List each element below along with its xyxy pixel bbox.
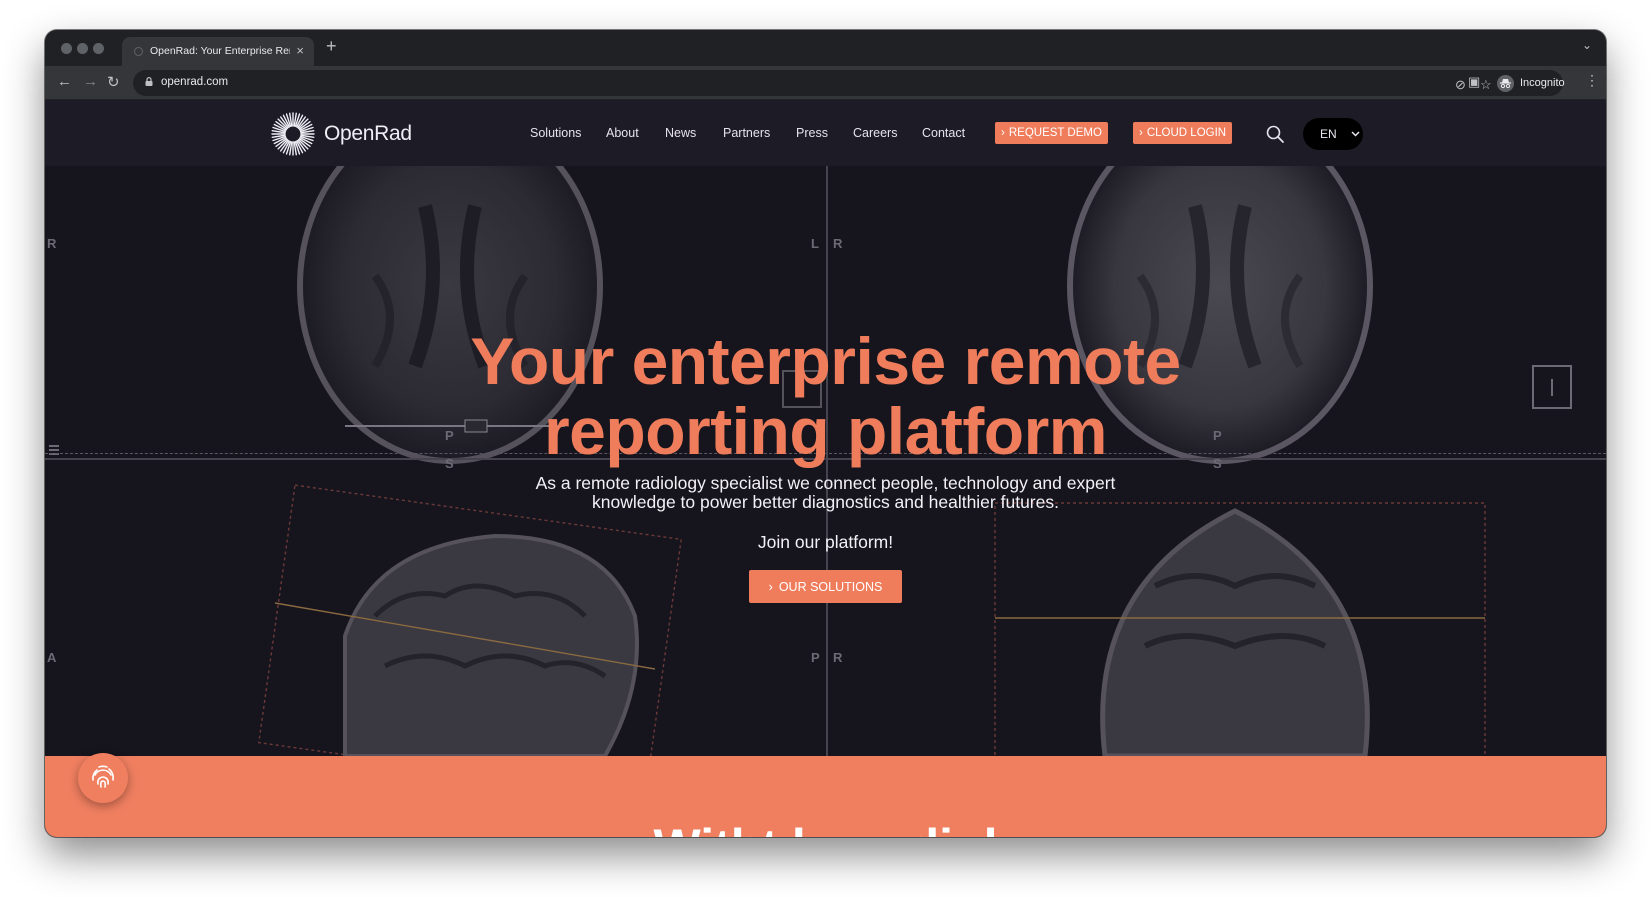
browser-window: OpenRad: Your Enterprise Rem × + ⌄ ← → ↻…	[45, 30, 1606, 837]
side-panel-icon[interactable]: ▣	[1468, 74, 1480, 90]
browser-menu-icon[interactable]: ⋮	[1585, 72, 1599, 89]
address-bar[interactable]: openrad.com ⊘ ☆	[133, 70, 1563, 96]
hero-join-text: Join our platform!	[757, 532, 894, 552]
tab-search-chevron-icon[interactable]: ⌄	[1582, 38, 1592, 52]
nav-careers[interactable]: Careers	[853, 126, 897, 140]
scan-label: P	[811, 650, 820, 665]
eye-off-icon[interactable]: ⊘	[1455, 77, 1466, 93]
favicon-icon	[134, 47, 143, 56]
bookmark-star-icon[interactable]: ☆	[1480, 77, 1492, 93]
nav-contact[interactable]: Contact	[922, 126, 965, 140]
sunburst-logo-icon	[271, 112, 315, 156]
hero-subtitle: As a remote radiology specialist we conn…	[45, 474, 1606, 512]
search-icon[interactable]	[1265, 124, 1285, 144]
next-section-band: Witht ke radiol	[45, 756, 1606, 837]
forward-icon[interactable]: →	[83, 73, 98, 90]
nav-solutions[interactable]: Solutions	[530, 126, 581, 140]
chevron-right-icon: ›	[768, 579, 773, 594]
logo-text: OpenRad	[324, 122, 412, 145]
cloud-login-label: CLOUD LOGIN	[1146, 127, 1227, 139]
nav-about[interactable]: About	[606, 126, 639, 140]
hero-subtitle-line1: As a remote radiology specialist we conn…	[535, 473, 1116, 493]
browser-tab[interactable]: OpenRad: Your Enterprise Rem ×	[122, 37, 314, 66]
close-tab-icon[interactable]: ×	[296, 43, 304, 58]
our-solutions-button[interactable]: › OUR SOLUTIONS	[749, 570, 902, 603]
scan-label: L	[811, 236, 819, 251]
incognito-indicator[interactable]: Incognito	[1497, 70, 1565, 96]
cloud-login-button[interactable]: › CLOUD LOGIN	[1133, 122, 1233, 144]
lock-icon	[145, 77, 153, 86]
scan-label: R	[833, 236, 843, 251]
language-selector[interactable]: EN	[1303, 118, 1363, 150]
hero-section: R L R P S P S A P R Your enterprise remo…	[45, 166, 1606, 756]
hero-title: Your enterprise remote reporting platfor…	[45, 326, 1606, 466]
scan-label: R	[833, 650, 843, 665]
minimize-window-dot[interactable]	[77, 43, 88, 54]
browser-toolbar: ← → ↻ openrad.com ⊘ ☆ ▣ Incognito ⋮	[45, 66, 1606, 100]
url-text: openrad.com	[161, 76, 229, 88]
hero-subtitle-line2: knowledge to power better diagnostics an…	[592, 492, 1059, 512]
site-header: OpenRad Solutions About News Partners Pr…	[45, 100, 1606, 166]
new-tab-icon[interactable]: +	[326, 36, 337, 57]
chevron-down-icon	[1351, 131, 1360, 137]
band-heading: Witht ke radiol	[45, 818, 1606, 837]
tab-title: OpenRad: Your Enterprise Rem	[150, 45, 290, 57]
nav-news[interactable]: News	[665, 126, 696, 140]
close-window-dot[interactable]	[61, 43, 72, 54]
back-icon[interactable]: ←	[57, 73, 72, 90]
our-solutions-label: OUR SOLUTIONS	[778, 579, 883, 594]
fingerprint-icon	[92, 765, 114, 788]
cookie-consent-button[interactable]	[78, 753, 128, 803]
page-viewport: OpenRad Solutions About News Partners Pr…	[45, 100, 1606, 837]
request-demo-label: REQUEST DEMO	[1008, 127, 1102, 139]
scan-label: A	[47, 650, 57, 665]
chevron-right-icon: ›	[1139, 127, 1143, 139]
chevron-right-icon: ›	[1001, 127, 1005, 139]
site-logo[interactable]: OpenRad	[270, 111, 412, 157]
nav-press[interactable]: Press	[796, 126, 828, 140]
incognito-label: Incognito	[1520, 77, 1565, 89]
reload-icon[interactable]: ↻	[107, 73, 120, 91]
scan-label: R	[47, 236, 57, 251]
language-value: EN	[1320, 127, 1337, 141]
incognito-icon	[1497, 74, 1514, 92]
nav-partners[interactable]: Partners	[723, 126, 770, 140]
maximize-window-dot[interactable]	[93, 43, 104, 54]
hero-title-line1: Your enterprise remote	[470, 324, 1181, 398]
hero-title-line2: reporting platform	[544, 394, 1108, 468]
tab-strip: OpenRad: Your Enterprise Rem × + ⌄	[45, 30, 1606, 66]
request-demo-button[interactable]: › REQUEST DEMO	[995, 122, 1108, 144]
